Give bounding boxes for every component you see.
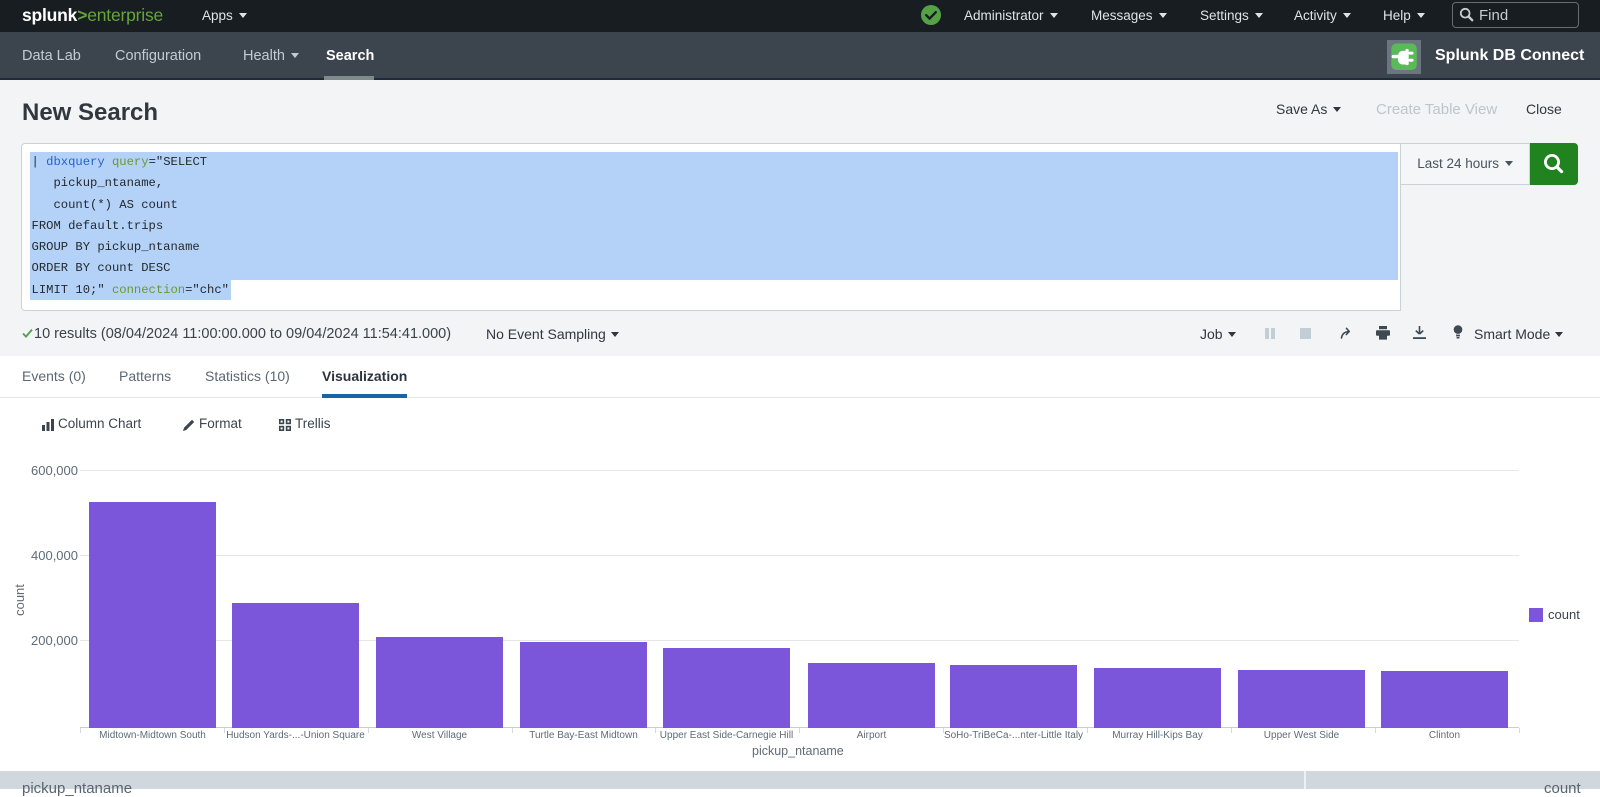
svg-text:count: count: [12, 584, 27, 616]
